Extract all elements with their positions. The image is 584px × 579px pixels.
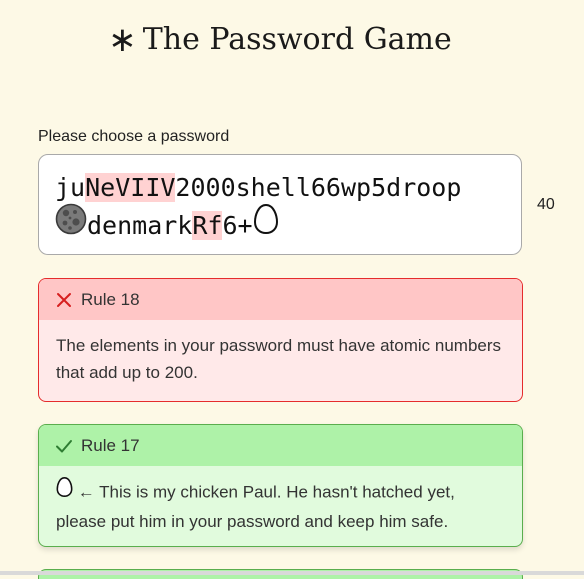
rule-description-container: ← This is my chicken Paul. He hasn't hat… — [39, 466, 522, 535]
page-title-text: The Password Game — [142, 22, 452, 57]
page-title: ∗ The Password Game — [0, 18, 560, 60]
check-icon — [55, 437, 73, 455]
password-segment-highlighted: NeVIIV — [85, 173, 176, 202]
password-label: Please choose a password — [38, 128, 230, 145]
rule-title: Rule 18 — [81, 289, 140, 309]
password-segment: 2000shell66wp5droop — [175, 173, 462, 202]
password-segment: 6+ — [222, 211, 253, 240]
password-line-2: denmarkRf6+ — [55, 203, 505, 248]
character-count: 40 — [537, 196, 555, 213]
rule-card-passed: Rule 17 ← This is my chicken Paul. He ha… — [38, 424, 523, 547]
password-segment: denmark — [87, 211, 193, 240]
rule-title: Rule 17 — [81, 435, 140, 455]
rule-description: The elements in your password must have … — [56, 336, 502, 382]
rule-card-failed: Rule 18 The elements in your password mu… — [38, 278, 523, 402]
egg-icon — [56, 476, 73, 506]
moon-icon — [55, 203, 87, 245]
horizontal-scrollbar[interactable] — [0, 571, 584, 575]
rule-description: ← This is my chicken Paul. He hasn't hat… — [56, 482, 455, 531]
password-line-1: juNeVIIV2000shell66wp5droop — [55, 169, 505, 206]
password-segment: ju — [55, 173, 86, 202]
password-segment-highlighted: Rf — [192, 211, 223, 240]
cross-icon — [55, 291, 73, 309]
rule-header: Rule 18 — [39, 279, 522, 320]
password-input[interactable]: juNeVIIV2000shell66wp5droop denmarkRf6+ — [38, 154, 522, 255]
asterisk-icon: ∗ — [108, 20, 137, 60]
rule-header: Rule 17 — [39, 425, 522, 466]
egg-icon — [253, 203, 279, 245]
